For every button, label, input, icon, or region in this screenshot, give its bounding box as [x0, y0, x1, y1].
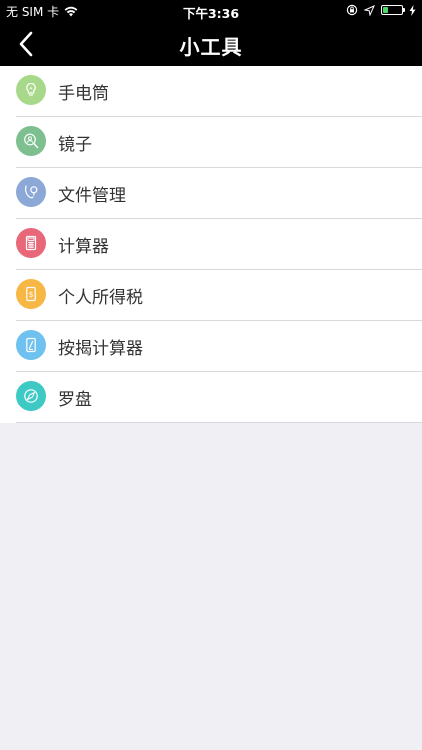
lightbulb-icon	[16, 75, 46, 105]
tool-label: 个人所得税	[58, 288, 143, 308]
status-right	[346, 4, 416, 16]
tool-item-calculator[interactable]: 计算器	[0, 219, 422, 270]
location-arrow-icon	[364, 4, 375, 16]
tool-item-mirror[interactable]: 镜子	[0, 117, 422, 168]
tool-label: 手电筒	[58, 84, 109, 104]
mirror-icon	[16, 126, 46, 156]
tool-item-mortgage-calculator[interactable]: 按揭计算器	[0, 321, 422, 372]
tool-label: 罗盘	[58, 390, 92, 410]
navigation-bar: 小工具	[0, 22, 422, 66]
tool-label: 计算器	[58, 237, 109, 257]
charging-bolt-icon	[409, 4, 416, 16]
tool-label: 文件管理	[58, 186, 126, 206]
tool-label: 镜子	[58, 135, 92, 155]
tool-item-file-manager[interactable]: 文件管理	[0, 168, 422, 219]
orientation-lock-icon	[346, 4, 358, 16]
tax-calculator-icon: $	[16, 279, 46, 309]
tool-list: 手电筒 镜子 文件管理 计算器 $ 个人所得税 按揭计算器 罗盘	[0, 66, 422, 423]
battery-icon	[381, 5, 405, 15]
status-bar: 无 SIM 卡 下午3:36	[0, 0, 422, 22]
page-title: 小工具	[179, 35, 243, 59]
compass-icon	[16, 381, 46, 411]
mortgage-calculator-icon	[16, 330, 46, 360]
tool-item-flashlight[interactable]: 手电筒	[0, 66, 422, 117]
file-manager-icon	[16, 177, 46, 207]
svg-text:$: $	[28, 290, 33, 299]
tool-item-compass[interactable]: 罗盘	[0, 372, 422, 423]
calculator-icon	[16, 228, 46, 258]
tool-label: 按揭计算器	[58, 339, 143, 359]
battery-level	[383, 7, 389, 13]
tool-item-income-tax[interactable]: $ 个人所得税	[0, 270, 422, 321]
